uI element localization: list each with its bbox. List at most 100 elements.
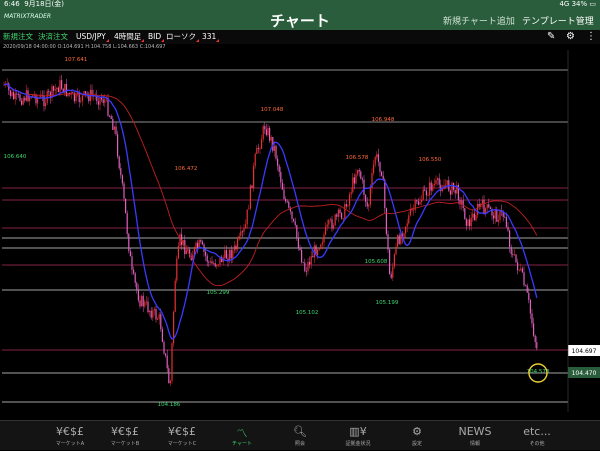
price-annotation: 106.948 xyxy=(372,117,395,123)
candle-body xyxy=(235,245,237,250)
new-order-button[interactable]: 新規注文 xyxy=(3,30,33,44)
candle-body xyxy=(533,323,535,336)
candle-body xyxy=(163,341,165,354)
candle-body xyxy=(497,219,499,222)
candle-body xyxy=(337,209,339,217)
tab-2[interactable]: ¥€$£ マーケットC xyxy=(152,421,212,451)
nav-bar: MATRIXTRADER チャート 新規チャート追加 テンプレート管理 xyxy=(0,9,600,30)
candle-body xyxy=(131,256,133,270)
add-chart-button[interactable]: 新規チャート追加 xyxy=(443,14,515,27)
candle-body xyxy=(101,97,103,100)
candle-body xyxy=(435,179,437,184)
candle-body xyxy=(432,184,434,191)
tab-7[interactable]: NEWS 情報 xyxy=(445,421,505,451)
candle-body xyxy=(446,180,448,185)
tab-5[interactable]: ▥¥ 証拠金状況 xyxy=(328,421,388,451)
candle-body xyxy=(481,199,483,204)
candle-body xyxy=(254,153,256,166)
candle-body xyxy=(80,101,82,102)
candle-body xyxy=(465,219,467,226)
candle-body xyxy=(117,134,119,157)
candle-body xyxy=(301,250,303,263)
candle-body xyxy=(374,157,376,165)
tab-0[interactable]: ¥€$£ マーケットA xyxy=(40,421,100,451)
price-type-selector[interactable]: BID xyxy=(148,30,165,44)
candle-body xyxy=(139,300,141,307)
candle-body xyxy=(21,100,23,105)
candle-body xyxy=(395,246,397,255)
candle-body xyxy=(429,182,431,196)
candle-body xyxy=(536,342,538,349)
candle-body xyxy=(246,209,248,225)
candle-body xyxy=(238,235,240,240)
candle-body xyxy=(309,261,311,265)
candle-body xyxy=(118,156,120,169)
candle-body xyxy=(329,219,331,221)
price-annotation: 105.199 xyxy=(376,300,399,306)
candle-body xyxy=(312,256,314,258)
gear-icon[interactable]: ⚙ xyxy=(566,30,575,44)
candle-body xyxy=(417,201,419,205)
candle-body xyxy=(510,246,512,255)
candle-body xyxy=(342,218,344,220)
status-battery: 34% xyxy=(571,0,588,8)
candle-body xyxy=(389,249,391,275)
candle-body xyxy=(134,273,136,283)
timeframe-selector[interactable]: 4時間足 xyxy=(114,30,145,44)
line-price-label: 104.470 xyxy=(572,370,597,377)
candle-body xyxy=(526,285,528,293)
tab-8[interactable]: etc... その他 xyxy=(507,421,567,451)
candle-body xyxy=(441,189,443,192)
template-manage-button[interactable]: テンプレート管理 xyxy=(522,14,594,27)
tab-4[interactable]: 🔍︎ 照会 xyxy=(270,421,330,451)
candle-body xyxy=(261,139,263,149)
candle-body xyxy=(145,301,147,303)
candle-body xyxy=(363,179,365,195)
candle-body xyxy=(413,209,415,211)
candle-body xyxy=(253,165,255,188)
candle-body xyxy=(438,178,440,185)
more-icon[interactable]: ⋮ xyxy=(586,30,596,44)
candle-body xyxy=(393,254,395,267)
candle-body xyxy=(205,251,207,256)
candle-body xyxy=(85,91,87,94)
settle-order-button[interactable]: 決済注文 xyxy=(38,30,68,44)
tab-1[interactable]: ¥€$£ マーケットB xyxy=(95,421,155,451)
candle-body xyxy=(493,215,495,219)
candle-body xyxy=(355,174,357,184)
candle-body xyxy=(208,261,210,263)
candle-body xyxy=(104,99,106,103)
candle-body xyxy=(397,235,399,247)
chart-type-selector[interactable]: ローソク xyxy=(166,30,199,44)
candle-body xyxy=(518,269,520,271)
current-price-label: 104.697 xyxy=(572,348,597,355)
pencil-icon[interactable]: ✎ xyxy=(547,30,555,44)
candle-body xyxy=(531,313,533,324)
tab-3[interactable]: 〽チャート xyxy=(212,421,272,451)
candle-body xyxy=(206,255,208,262)
candle-body xyxy=(33,95,35,97)
price-annotation: 107.641 xyxy=(65,57,88,63)
candle-body xyxy=(317,249,319,256)
search-icon: 🔍︎ xyxy=(293,425,307,438)
candle-body xyxy=(376,154,378,158)
candle-body xyxy=(499,210,501,220)
candle-body xyxy=(17,94,19,95)
candle-body xyxy=(168,368,170,384)
price-annotation: 106.550 xyxy=(419,157,442,163)
candle-body xyxy=(390,274,392,278)
candle-body xyxy=(345,204,347,207)
candle-body xyxy=(99,97,101,105)
count-selector[interactable]: 331 xyxy=(202,30,220,44)
candle-body xyxy=(102,99,104,103)
price-chart[interactable]: 107.641 106.640 106.472 107.048 105.299 105.1… xyxy=(0,50,600,415)
candle-body xyxy=(211,261,213,264)
candle-body xyxy=(249,185,251,209)
price-annotation: 105.299 xyxy=(207,290,230,296)
candle-body xyxy=(275,145,277,159)
candle-body xyxy=(377,154,379,162)
tab-6[interactable]: ⚙ 設定 xyxy=(387,421,447,451)
candle-body xyxy=(361,178,363,180)
candle-body xyxy=(110,116,112,119)
pair-selector[interactable]: USD/JPY xyxy=(76,30,109,44)
